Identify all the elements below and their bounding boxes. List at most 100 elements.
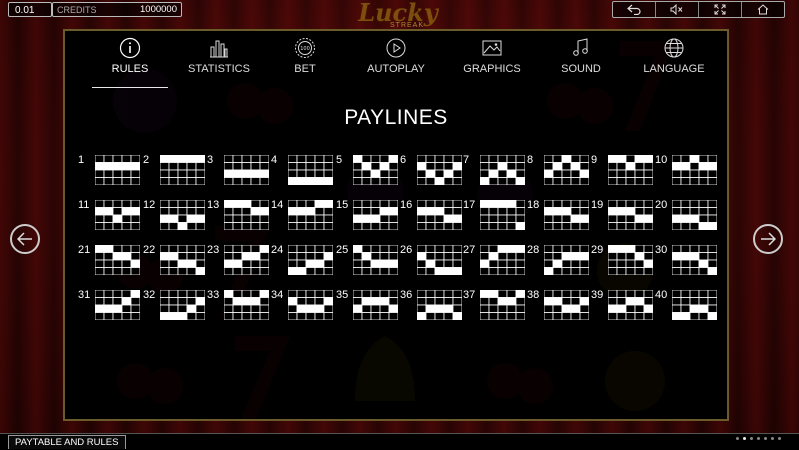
payline-cell-active [497, 162, 508, 171]
payline-grid: 1 2 3 4 5 6 7 8 9 10 11 12 13 14 15 16 17 18 19 20 21 22 23 24 2… [65, 31, 727, 419]
back-button[interactable] [613, 2, 656, 17]
payline-cell-active [314, 259, 325, 268]
payline-cell [443, 245, 454, 253]
payline-cell-active [370, 214, 381, 223]
payline-number: 34 [271, 289, 284, 301]
payline-cell [608, 200, 618, 208]
home-button[interactable] [742, 2, 784, 17]
payline-cell [425, 222, 436, 230]
payline-number: 15 [336, 199, 349, 211]
payline-cell [241, 312, 252, 320]
payline-cell [544, 222, 554, 230]
payline-number: 32 [143, 289, 156, 301]
payline-pattern [417, 155, 462, 185]
prev-page-button[interactable] [10, 224, 40, 254]
payline-cell-active [689, 304, 700, 313]
payline-cell [361, 177, 372, 185]
payline-cell [452, 304, 462, 313]
payline-cell-active [323, 200, 333, 208]
payline-cell-active [250, 297, 261, 306]
payline-cell [361, 267, 372, 275]
payline-cell-active [488, 200, 499, 208]
page-dot[interactable] [771, 437, 774, 440]
next-page-button[interactable] [753, 224, 783, 254]
payline-cell [579, 304, 589, 313]
payline-cell [112, 177, 123, 185]
payline-number: 20 [655, 199, 668, 211]
payline-cell-active [561, 304, 572, 313]
payline-cell [379, 252, 390, 261]
payline-pattern [160, 155, 205, 185]
payline-cell [177, 304, 188, 313]
payline-cell [608, 267, 618, 275]
payline-number: 27 [463, 244, 476, 256]
page-dot[interactable] [778, 437, 781, 440]
payline-cell [698, 200, 709, 208]
payline-cell-active [506, 200, 517, 208]
page-dot[interactable] [764, 437, 767, 440]
payline-cell [160, 267, 170, 275]
payline-cell [672, 304, 682, 313]
payline-cell-active [506, 245, 517, 253]
payline-number: 26 [400, 244, 413, 256]
payline-cell [323, 290, 333, 298]
payline-cell-active [634, 252, 645, 261]
payline-cell [130, 222, 140, 230]
payline-cell [361, 155, 372, 163]
payline-cell [616, 222, 627, 230]
payline-cell [579, 177, 589, 185]
page-dot[interactable] [750, 437, 753, 440]
payline-cell-active [305, 259, 316, 268]
payline-cell-active [259, 245, 269, 253]
payline-pattern [672, 245, 717, 275]
page-dot[interactable] [736, 437, 739, 440]
payline-cell-active [643, 304, 653, 313]
payline-cell [707, 245, 717, 253]
payline-cell [168, 207, 179, 216]
payline-cell-active [707, 162, 717, 171]
payline-cell [643, 267, 653, 275]
payline-cell [323, 267, 333, 275]
payline-cell [488, 245, 499, 253]
payline-cell [552, 177, 563, 185]
payline-cell [634, 169, 645, 178]
payline-cell [112, 259, 123, 268]
payline-pattern [544, 155, 589, 185]
mute-button[interactable] [656, 2, 699, 17]
payline-cell [95, 155, 105, 163]
payline-cell [296, 155, 307, 163]
payline-cell-active [417, 312, 427, 320]
payline-cell-active [296, 267, 307, 275]
payline-cell [353, 177, 363, 185]
payline-cell [698, 267, 709, 275]
payline-cell [195, 200, 205, 208]
payline-cell [672, 200, 682, 208]
payline-cell-active [186, 155, 197, 163]
payline-cell-active [370, 297, 381, 306]
payline-cell [353, 169, 363, 178]
payline-number: 6 [400, 154, 407, 166]
payline-cell [305, 162, 316, 171]
payline-cell [488, 267, 499, 275]
payline-cell-active [443, 214, 454, 223]
fullscreen-button[interactable] [699, 2, 742, 17]
payline-cell [186, 267, 197, 275]
payline-cell [323, 304, 333, 313]
payline-cell [361, 169, 372, 178]
payline-cell [288, 162, 298, 171]
payline-cell [250, 162, 261, 171]
page-dot[interactable] [743, 437, 746, 440]
payline-cell-active [95, 245, 105, 253]
payline-cell [434, 252, 445, 261]
payline-cell-active [314, 177, 325, 185]
payline-cell [103, 290, 114, 298]
payline-cell [388, 312, 398, 320]
payline-cell-active [241, 297, 252, 306]
payline-cell [121, 290, 132, 298]
payline-cell [552, 312, 563, 320]
payline-cell [625, 214, 636, 223]
payline-cell [625, 177, 636, 185]
payline-number: 23 [207, 244, 220, 256]
payline-cell [353, 297, 363, 306]
page-dot[interactable] [757, 437, 760, 440]
